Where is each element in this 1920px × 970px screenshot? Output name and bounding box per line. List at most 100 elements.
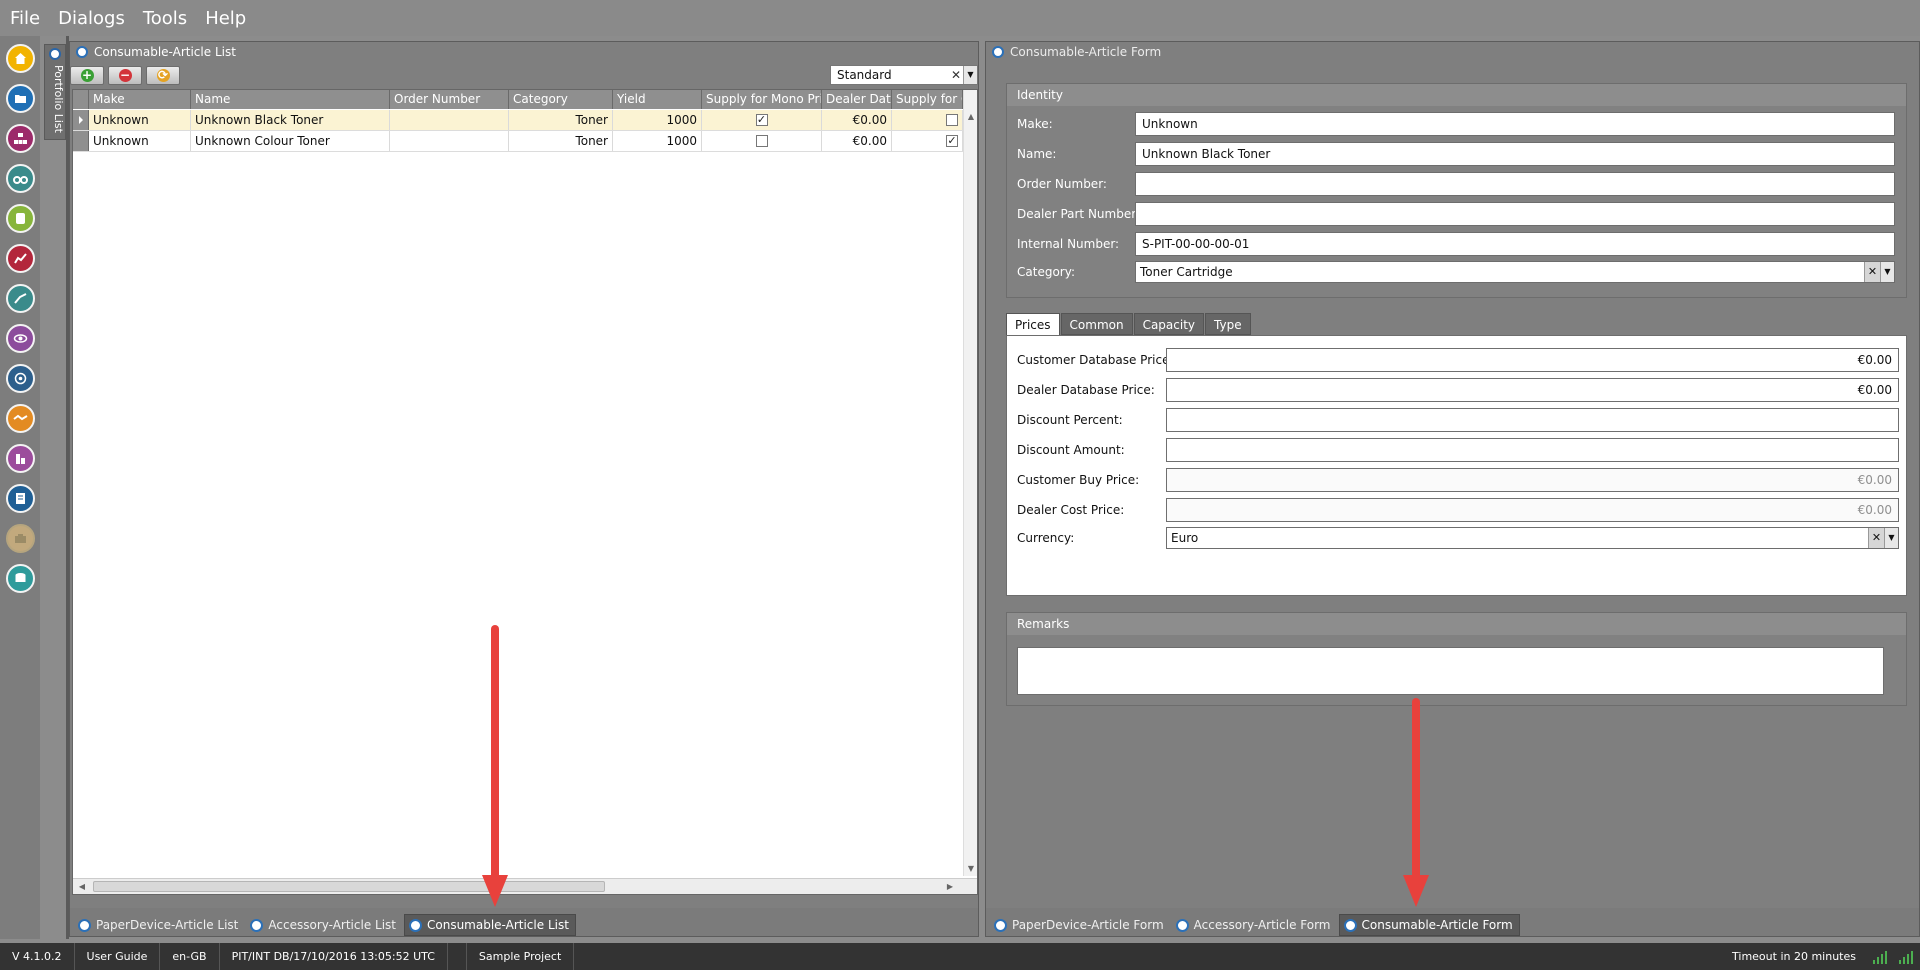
cell-dealer-data[interactable]: €0.00 xyxy=(822,131,892,151)
menu-file[interactable]: File xyxy=(10,8,40,29)
internal-number-field[interactable]: S-PIT-00-00-00-01 xyxy=(1135,232,1895,256)
order-number-field[interactable] xyxy=(1135,172,1895,196)
tab-accessory-article-list[interactable]: Accessory-Article List xyxy=(246,914,402,936)
clear-icon[interactable]: ✕ xyxy=(1868,528,1884,548)
version-label: V 4.1.0.2 xyxy=(0,943,75,970)
document-icon[interactable] xyxy=(6,484,35,513)
horizontal-scrollbar[interactable]: ◀ ▶ xyxy=(73,878,977,894)
cell-name[interactable]: Unknown Black Toner xyxy=(191,110,390,130)
discount-percent-field[interactable] xyxy=(1166,408,1899,432)
customer-buy-price-field: €0.00 xyxy=(1166,468,1899,492)
layout-select[interactable]: Standard ✕ ▼ xyxy=(830,65,978,85)
locale-label[interactable]: en-GB xyxy=(160,943,220,970)
cell-supply-mono[interactable] xyxy=(702,131,822,151)
col-yield[interactable]: Yield xyxy=(613,90,702,109)
tab-capacity[interactable]: Capacity xyxy=(1133,313,1205,335)
tab-type[interactable]: Type xyxy=(1205,313,1251,335)
annotation-arrow-right xyxy=(1403,698,1429,907)
col-dealer-data[interactable]: Dealer Dat xyxy=(822,90,892,109)
eye-icon[interactable] xyxy=(6,324,35,353)
home-icon[interactable] xyxy=(6,44,35,73)
clear-icon[interactable]: ✕ xyxy=(949,68,963,82)
handshake-icon[interactable] xyxy=(6,404,35,433)
checkbox[interactable]: ✓ xyxy=(946,135,958,147)
table-row[interactable]: Unknown Unknown Black Toner Toner 1000 ✓… xyxy=(73,110,963,131)
menu-help[interactable]: Help xyxy=(205,8,246,29)
vertical-scrollbar[interactable]: ▲ ▼ xyxy=(963,90,977,876)
table-row[interactable]: Unknown Unknown Colour Toner Toner 1000 … xyxy=(73,131,963,152)
folder-icon[interactable] xyxy=(6,84,35,113)
checkbox[interactable] xyxy=(946,114,958,126)
col-supply-colour[interactable]: Supply for C xyxy=(892,90,963,109)
cell-category[interactable]: Toner xyxy=(509,131,613,151)
tab-consumable-article-form[interactable]: Consumable-Article Form xyxy=(1338,914,1520,936)
col-supply-mono[interactable]: Supply for Mono Pri xyxy=(702,90,822,109)
remarks-field[interactable] xyxy=(1017,647,1884,695)
name-field[interactable]: Unknown Black Toner xyxy=(1135,142,1895,166)
cell-order-number[interactable] xyxy=(390,131,509,151)
scroll-icon[interactable] xyxy=(6,204,35,233)
briefcase-icon[interactable] xyxy=(6,524,35,553)
order-number-row: Order Number: xyxy=(1017,172,1107,196)
col-category[interactable]: Category xyxy=(509,90,613,109)
cell-dealer-data[interactable]: €0.00 xyxy=(822,110,892,130)
bars-icon[interactable] xyxy=(6,444,35,473)
database-icon[interactable] xyxy=(6,564,35,593)
make-field[interactable]: Unknown xyxy=(1135,112,1895,136)
discount-amount-field[interactable] xyxy=(1166,438,1899,462)
tab-paperdevice-article-list[interactable]: PaperDevice-Article List xyxy=(74,914,244,936)
col-make[interactable]: Make xyxy=(89,90,191,109)
scroll-left-icon[interactable]: ◀ xyxy=(75,879,89,894)
chevron-down-icon[interactable]: ▼ xyxy=(963,66,977,84)
scroll-up-icon[interactable]: ▲ xyxy=(964,110,977,124)
portfolio-list-strip[interactable]: Portfolio List xyxy=(44,44,66,140)
col-order-number[interactable]: Order Number xyxy=(390,90,509,109)
currency-combo[interactable]: Euro ✕ ▼ xyxy=(1166,527,1899,549)
chevron-down-icon[interactable]: ▼ xyxy=(1880,262,1894,282)
tab-paperdevice-article-form[interactable]: PaperDevice-Article Form xyxy=(990,914,1170,936)
checkbox[interactable] xyxy=(755,135,768,147)
timeout-label: Timeout in 20 minutes xyxy=(1732,950,1856,963)
tab-prices[interactable]: Prices xyxy=(1006,313,1060,335)
dealer-part-number-field[interactable] xyxy=(1135,202,1895,226)
add-button[interactable]: + xyxy=(70,66,104,85)
col-name[interactable]: Name xyxy=(191,90,390,109)
menu-dialogs[interactable]: Dialogs xyxy=(58,8,125,29)
horizontal-scroll-thumb[interactable] xyxy=(93,881,605,892)
cell-make[interactable]: Unknown xyxy=(89,110,191,130)
cell-yield[interactable]: 1000 xyxy=(613,110,702,130)
remove-button[interactable]: − xyxy=(108,66,142,85)
chevron-down-icon[interactable]: ▼ xyxy=(1884,528,1898,548)
scroll-down-icon[interactable]: ▼ xyxy=(964,862,977,876)
cell-make[interactable]: Unknown xyxy=(89,131,191,151)
cell-supply-mono[interactable]: ✓ xyxy=(702,110,822,130)
checkbox[interactable]: ✓ xyxy=(755,114,768,126)
customer-database-price-label: Customer Database Price: xyxy=(1017,353,1174,367)
target-icon[interactable] xyxy=(6,364,35,393)
project-label[interactable]: Sample Project xyxy=(465,943,575,970)
trend-icon[interactable] xyxy=(6,284,35,313)
refresh-button[interactable]: ⟳ xyxy=(146,66,180,85)
category-row: Category: xyxy=(1017,260,1075,284)
tab-common[interactable]: Common xyxy=(1060,313,1133,335)
customer-database-price-field[interactable]: €0.00 xyxy=(1166,348,1899,372)
accessory-icon xyxy=(250,918,264,932)
clear-icon[interactable]: ✕ xyxy=(1864,262,1880,282)
category-combo[interactable]: Toner Cartridge ✕ ▼ xyxy=(1135,261,1895,283)
scroll-right-icon[interactable]: ▶ xyxy=(943,879,957,894)
binoculars-icon[interactable] xyxy=(6,164,35,193)
tab-consumable-article-list[interactable]: Consumable-Article List xyxy=(404,914,576,936)
cell-order-number[interactable] xyxy=(390,110,509,130)
cell-name[interactable]: Unknown Colour Toner xyxy=(191,131,390,151)
user-guide-link[interactable]: User Guide xyxy=(75,943,161,970)
cell-category[interactable]: Toner xyxy=(509,110,613,130)
cell-supply-colour[interactable] xyxy=(892,110,963,130)
menu-tools[interactable]: Tools xyxy=(143,8,187,29)
cell-supply-colour[interactable]: ✓ xyxy=(892,131,963,151)
tab-accessory-article-form[interactable]: Accessory-Article Form xyxy=(1172,914,1337,936)
chart-icon[interactable] xyxy=(6,244,35,273)
dealer-database-price-field[interactable]: €0.00 xyxy=(1166,378,1899,402)
consumable-icon xyxy=(1343,918,1357,932)
hierarchy-icon[interactable] xyxy=(6,124,35,153)
cell-yield[interactable]: 1000 xyxy=(613,131,702,151)
